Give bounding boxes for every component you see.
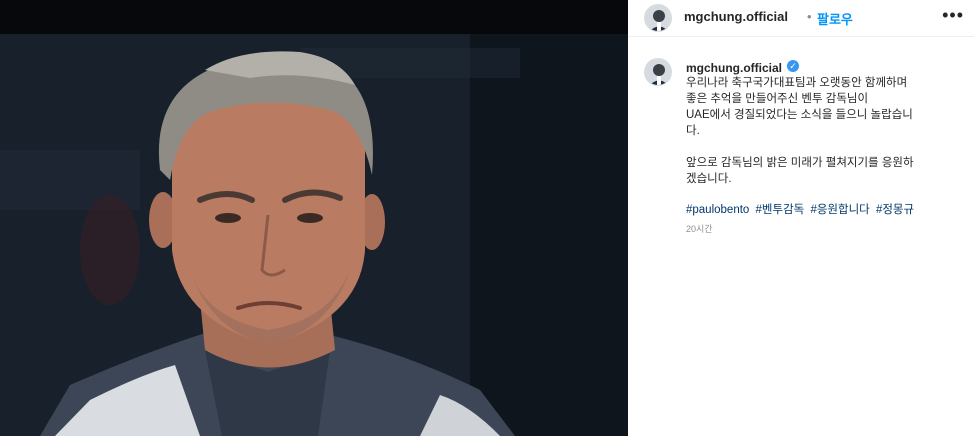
caption-avatar[interactable] (644, 58, 672, 86)
post-header: mgchung.official • 팔로우 ••• (628, 0, 974, 37)
header-username[interactable]: mgchung.official (684, 9, 788, 24)
post-photo[interactable] (0, 0, 628, 436)
hashtag-link[interactable]: #정몽규 (876, 204, 914, 216)
caption-username[interactable]: mgchung.official (686, 61, 782, 75)
hashtag-link[interactable]: #paulobento (686, 204, 749, 216)
coach-portrait-image (0, 34, 628, 436)
caption-text: 우리나라 축구국가대표팀과 오랫동안 함께하며 좋은 추억을 만들어주신 벤투 … (686, 77, 914, 185)
hashtag-link[interactable]: #벤투감독 (756, 204, 805, 216)
post-side-panel: mgchung.official • 팔로우 ••• mgchung.offic… (628, 0, 974, 436)
avatar[interactable] (644, 4, 672, 32)
profile-photo-icon (645, 59, 671, 85)
instagram-post-view: mgchung.official • 팔로우 ••• mgchung.offic… (0, 0, 974, 436)
follow-button[interactable]: 팔로우 (817, 9, 853, 28)
verified-badge-icon: ✓ (787, 60, 799, 72)
more-options-icon[interactable]: ••• (942, 5, 964, 26)
hashtag-list: #paulobento #벤투감독 #응원합니다 #정몽규 (686, 201, 966, 217)
header-separator: • (807, 9, 812, 24)
post-timestamp[interactable]: 20시간 (686, 222, 713, 235)
hashtag-link[interactable]: #응원합니다 (810, 204, 869, 216)
profile-photo-icon (645, 5, 671, 31)
